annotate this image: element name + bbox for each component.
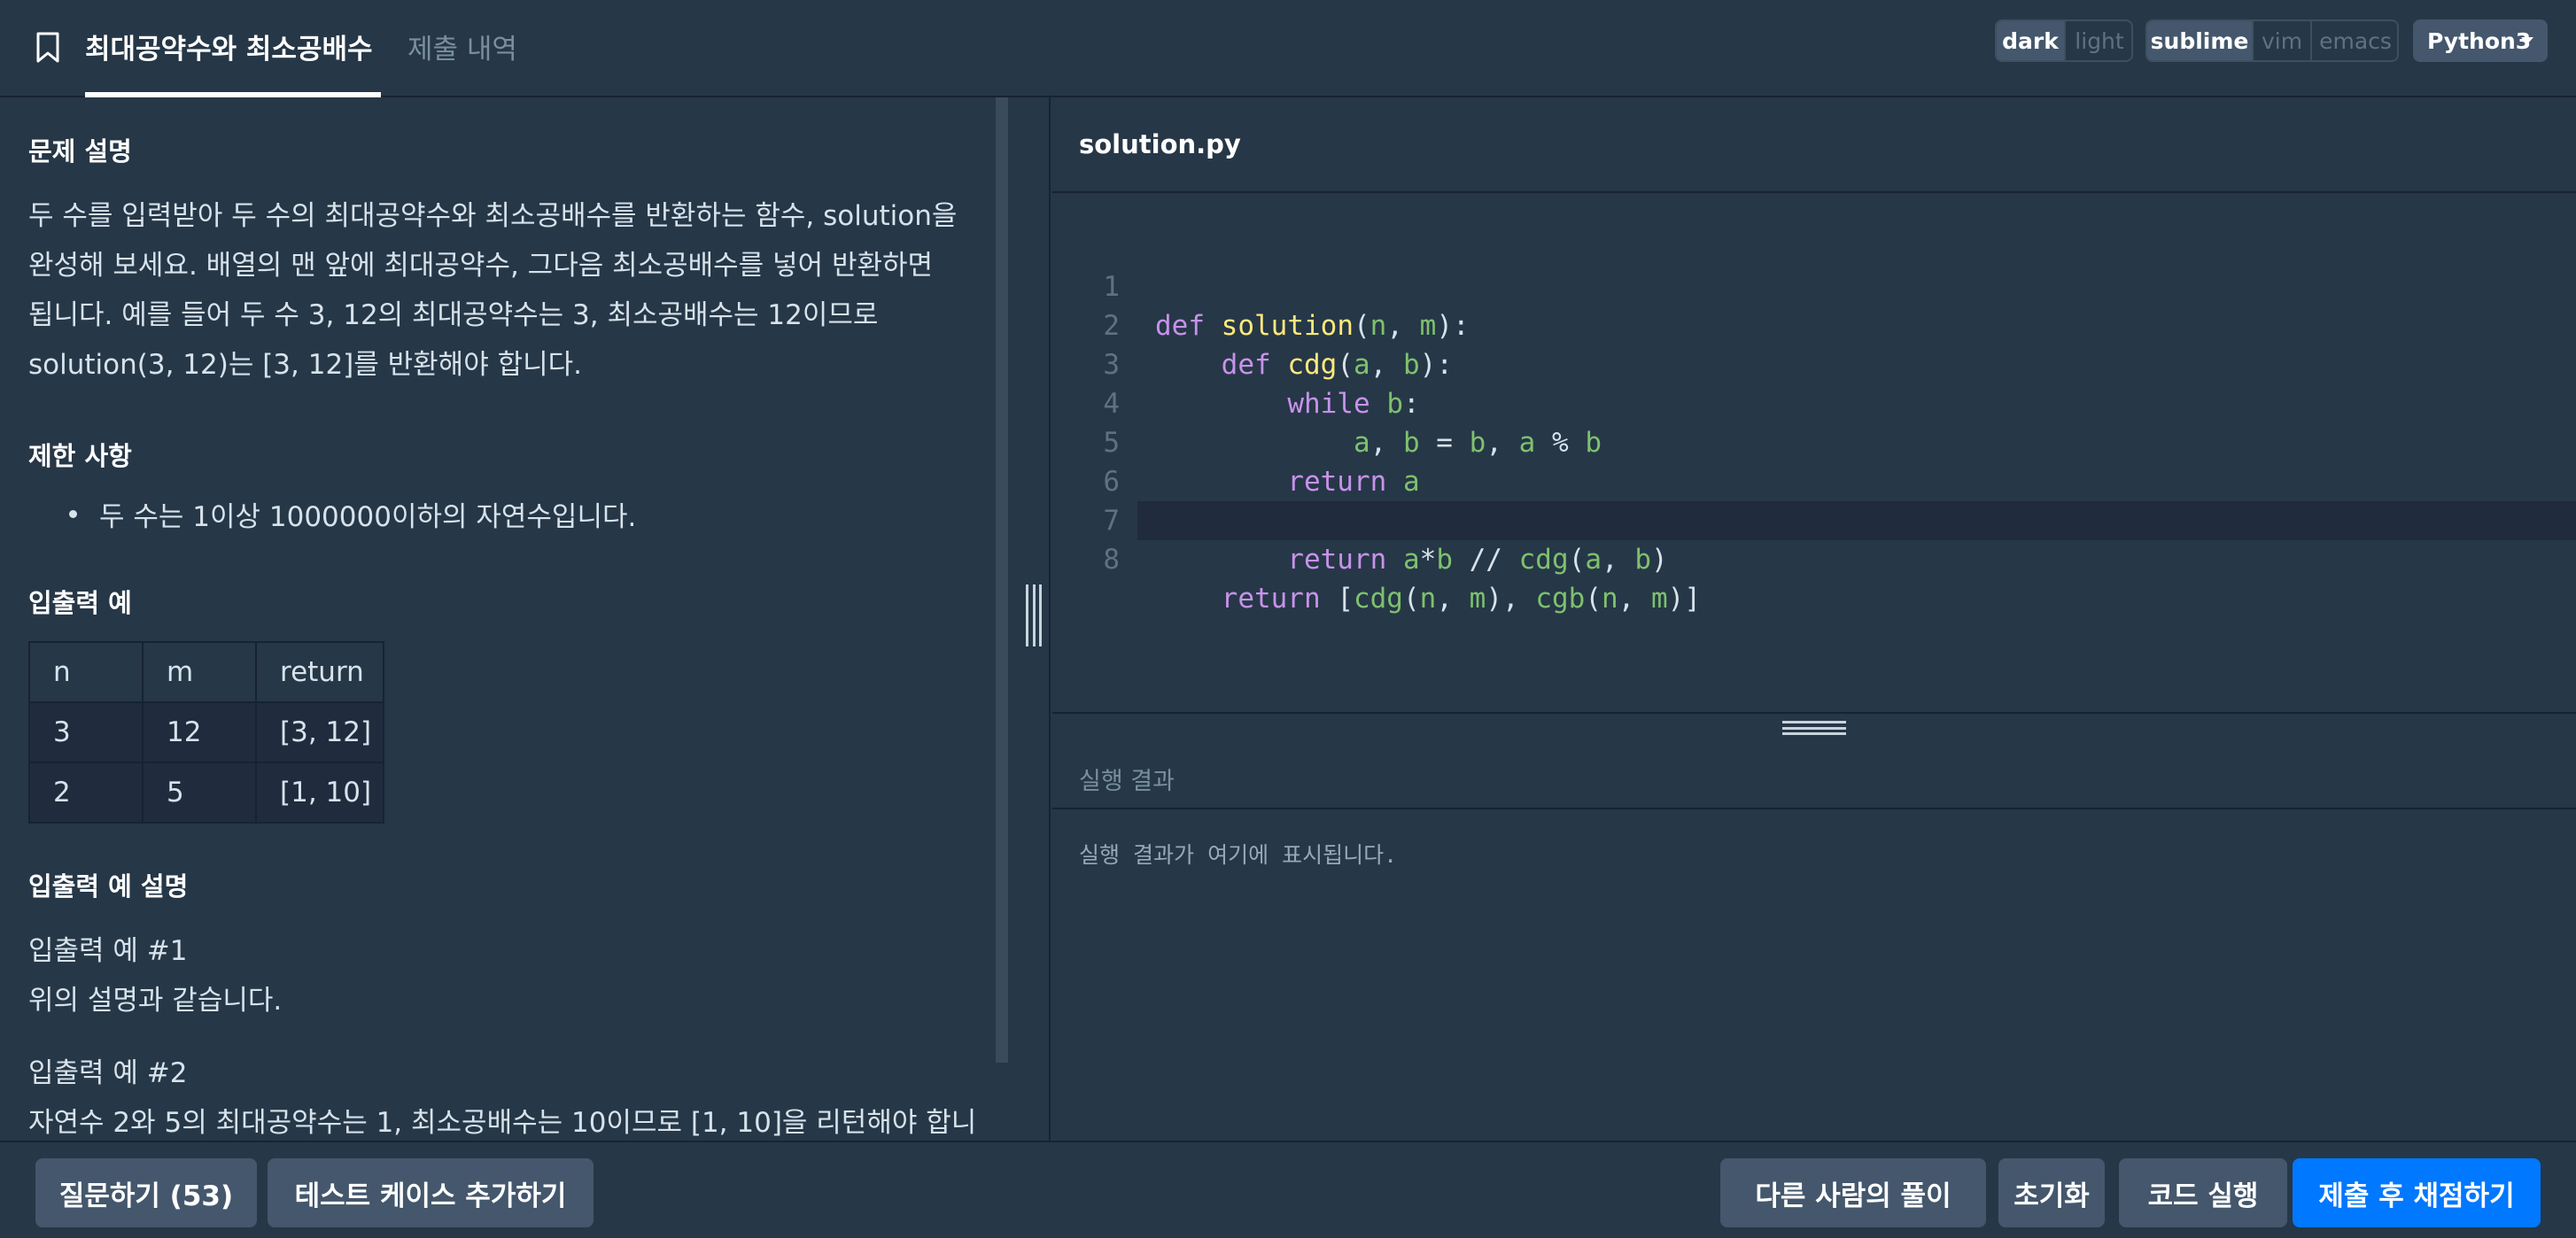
description-line: 됩니다. 예를 들어 두 수 3, 12의 최대공약수는 3, 최소공배수는 1… [28, 299, 879, 331]
limit-item: 두 수는 1이상 1000000이하의 자연수입니다. [99, 501, 637, 533]
keymap-sublime-option[interactable]: sublime [2147, 21, 2252, 60]
code-line-active[interactable]: 8 return [cdg(n, m), cgb(n, m)] [1103, 501, 2576, 615]
table-cell: 3 [28, 701, 144, 763]
table-cell: 2 [28, 762, 144, 824]
code-line[interactable]: 2 def cdg(a, b): [1052, 267, 2576, 381]
table-cell: 5 [142, 762, 257, 824]
io-table: n m return 3 12 [3, 12] 2 5 [1, 10] [28, 641, 384, 824]
editor-header: solution.py [1052, 97, 2576, 193]
code-line[interactable]: 6 def cgb(a, b): [1052, 423, 2576, 537]
language-label: Python3 [2427, 27, 2532, 54]
top-header: 최대공약수와 최소공배수 제출 내역 dark light sublime vi… [0, 0, 2576, 97]
description-line: 완성해 보세요. 배열의 맨 앞에 최대공약수, 그다음 최소공배수를 넣어 반… [28, 250, 934, 282]
table-header-cell: n [28, 641, 144, 703]
section-title-description: 문제 설명 [28, 136, 132, 166]
submit-button[interactable]: 제출 후 채점하기 [2293, 1158, 2541, 1227]
example-1-title: 입출력 예 #1 [28, 935, 188, 967]
table-header-row: n m return [28, 641, 384, 703]
keymap-emacs-option[interactable]: emacs [2310, 21, 2397, 60]
example-2-title: 입출력 예 #2 [28, 1057, 188, 1089]
line-number: 8 [1103, 544, 1120, 576]
bottom-action-bar: 질문하기 (53) 테스트 케이스 추가하기 다른 사람의 풀이 초기화 코드 … [0, 1141, 2576, 1238]
theme-light-option[interactable]: light [2064, 21, 2131, 60]
code-line[interactable]: 1 def solution(n, m): [1052, 228, 2576, 342]
file-name: solution.py [1079, 129, 1241, 159]
description-line: 두 수를 입력받아 두 수의 최대공약수와 최소공배수를 반환하는 함수, so… [28, 200, 958, 232]
example-1-text: 위의 설명과 같습니다. [28, 985, 283, 1017]
bullet-icon [69, 510, 77, 518]
tab-problem[interactable]: 최대공약수와 최소공배수 [85, 27, 373, 66]
code-line[interactable]: 5 return a [1052, 384, 2576, 498]
others-solutions-button[interactable]: 다른 사람의 풀이 [1720, 1158, 1986, 1227]
table-cell: [3, 12] [255, 701, 384, 763]
section-title-limits: 제한 사항 [28, 441, 132, 471]
theme-dark-option[interactable]: dark [1997, 21, 2064, 60]
example-2-text: 자연수 2와 5의 최대공약수는 1, 최소공배수는 10이므로 [1, 10]… [28, 1107, 977, 1139]
table-header-cell: m [142, 641, 257, 703]
theme-toggle: dark light [1995, 19, 2133, 62]
problem-scrollbar[interactable] [996, 97, 1008, 1063]
table-cell: 12 [142, 701, 257, 763]
code-line[interactable]: 4 a, b = b, a % b [1052, 345, 2576, 459]
table-cell: [1, 10] [255, 762, 384, 824]
code-line[interactable]: 3 while b: [1052, 306, 2576, 420]
section-title-io-description: 입출력 예 설명 [28, 871, 189, 901]
programmers-ide: 최대공약수와 최소공배수 제출 내역 dark light sublime vi… [0, 0, 2576, 1238]
chevron-down-icon [2521, 37, 2533, 44]
description-line: solution(3, 12)는 [3, 12]를 반환해야 합니다. [28, 349, 582, 381]
code-editor[interactable]: 1 def solution(n, m): 2 def cdg(a, b): 3… [1052, 195, 2576, 712]
code-line[interactable]: 7 return a*b // cdg(a, b) [1052, 462, 2576, 576]
panel-resize-divider[interactable] [1013, 97, 1051, 1141]
line-number: 7 [1103, 505, 1120, 537]
keymap-toggle: sublime vim emacs [2145, 19, 2399, 62]
horizontal-drag-handle-icon[interactable] [1782, 721, 1846, 735]
code-text: return [cdg(n, m), cgb(n, m)] [1221, 583, 1701, 615]
keymap-vim-option[interactable]: vim [2252, 21, 2310, 60]
ask-question-button[interactable]: 질문하기 (53) [35, 1158, 257, 1227]
tab-submissions[interactable]: 제출 내역 [407, 27, 517, 66]
drag-handle-icon[interactable] [1026, 584, 1042, 646]
reset-button[interactable]: 초기화 [1998, 1158, 2105, 1227]
table-row: 3 12 [3, 12] [28, 701, 384, 763]
run-code-button[interactable]: 코드 실행 [2119, 1158, 2287, 1227]
section-title-io: 입출력 예 [28, 588, 132, 618]
add-test-case-button[interactable]: 테스트 케이스 추가하기 [268, 1158, 594, 1227]
problem-panel: 문제 설명 두 수를 입력받아 두 수의 최대공약수와 최소공배수를 반환하는 … [0, 97, 1013, 1141]
table-header-cell: return [255, 641, 384, 703]
result-title: 실행 결과 [1079, 768, 1175, 795]
result-placeholder: 실행 결과가 여기에 표시됩니다. [1079, 842, 1398, 868]
bookmark-icon[interactable] [35, 32, 60, 64]
result-output: 실행 결과가 여기에 표시됩니다. [1052, 811, 2576, 1141]
result-header: 실행 결과 [1052, 712, 2576, 809]
language-select[interactable]: Python3 [2413, 19, 2548, 62]
table-row: 2 5 [1, 10] [28, 762, 384, 824]
